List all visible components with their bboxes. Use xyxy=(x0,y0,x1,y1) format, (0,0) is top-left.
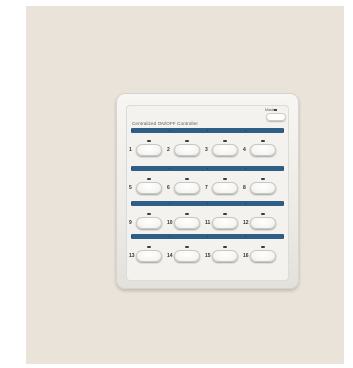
master-indicator-led xyxy=(274,109,277,111)
master-button[interactable] xyxy=(266,109,286,121)
channel-led xyxy=(147,178,151,180)
channel-number: 7 xyxy=(205,185,208,191)
channel-led xyxy=(223,213,227,215)
channel-bar xyxy=(131,234,284,239)
channel-button[interactable] xyxy=(174,250,200,262)
channel-number: 12 xyxy=(243,220,249,226)
channel-led xyxy=(185,246,189,248)
channel-button[interactable] xyxy=(212,144,238,156)
channel-led xyxy=(223,178,227,180)
channel-led xyxy=(185,140,189,142)
channel-number: 11 xyxy=(205,220,211,226)
channel-number: 16 xyxy=(243,253,249,259)
channel-button[interactable] xyxy=(174,217,200,229)
channel-led xyxy=(147,213,151,215)
channel-led xyxy=(185,213,189,215)
channel-button[interactable] xyxy=(250,182,276,194)
channel-button[interactable] xyxy=(136,250,162,262)
channel-button[interactable] xyxy=(136,144,162,156)
controller-panel: Centralized ON/OFF Controller Master 123… xyxy=(116,93,299,289)
channel-button[interactable] xyxy=(212,182,238,194)
channel-button[interactable] xyxy=(174,182,200,194)
channel-number: 5 xyxy=(129,185,132,191)
channel-number: 13 xyxy=(129,253,135,259)
channel-led xyxy=(147,140,151,142)
channel-number: 2 xyxy=(167,147,170,153)
controller-face: Centralized ON/OFF Controller Master 123… xyxy=(126,105,289,281)
channel-led xyxy=(147,246,151,248)
channel-number: 9 xyxy=(129,220,132,226)
channel-led xyxy=(185,178,189,180)
channel-led xyxy=(261,140,265,142)
channel-number: 6 xyxy=(167,185,170,191)
channel-number: 1 xyxy=(129,147,132,153)
channel-button[interactable] xyxy=(212,217,238,229)
channel-number: 3 xyxy=(205,147,208,153)
channel-bar xyxy=(131,128,284,133)
channel-led xyxy=(261,246,265,248)
channel-button[interactable] xyxy=(212,250,238,262)
channel-button[interactable] xyxy=(250,217,276,229)
channel-led xyxy=(261,213,265,215)
controller-title: Centralized ON/OFF Controller xyxy=(132,121,198,126)
channel-number: 10 xyxy=(167,220,173,226)
channel-button[interactable] xyxy=(136,182,162,194)
channel-number: 15 xyxy=(205,253,211,259)
channel-led xyxy=(223,140,227,142)
channel-led xyxy=(223,246,227,248)
channel-bar xyxy=(131,201,284,206)
channel-button[interactable] xyxy=(174,144,200,156)
channel-bar xyxy=(131,166,284,171)
channel-button[interactable] xyxy=(250,250,276,262)
channel-number: 8 xyxy=(243,185,246,191)
channel-button[interactable] xyxy=(250,144,276,156)
channel-number: 14 xyxy=(167,253,173,259)
channel-button[interactable] xyxy=(136,217,162,229)
channel-led xyxy=(261,178,265,180)
channel-number: 4 xyxy=(243,147,246,153)
